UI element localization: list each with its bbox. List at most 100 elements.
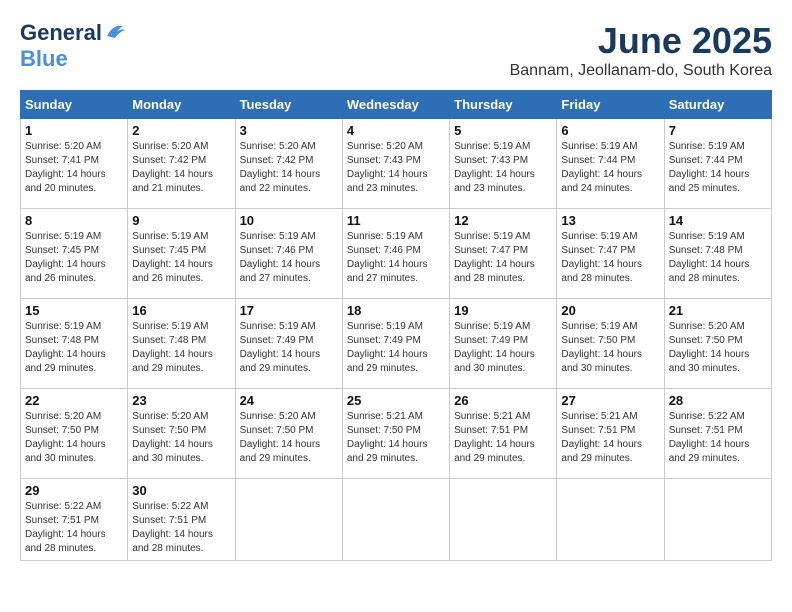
page-header: General Blue June 2025 Bannam, Jeollanam… <box>20 20 772 80</box>
table-row: 23 Sunrise: 5:20 AM Sunset: 7:50 PM Dayl… <box>128 389 235 479</box>
day-info: Sunrise: 5:20 AM Sunset: 7:42 PM Dayligh… <box>240 140 338 196</box>
day-info: Sunrise: 5:19 AM Sunset: 7:49 PM Dayligh… <box>347 320 445 376</box>
table-row: 30 Sunrise: 5:22 AM Sunset: 7:51 PM Dayl… <box>128 479 235 561</box>
day-number: 13 <box>561 213 659 228</box>
calendar-row: 1 Sunrise: 5:20 AM Sunset: 7:41 PM Dayli… <box>21 119 772 209</box>
table-row: 13 Sunrise: 5:19 AM Sunset: 7:47 PM Dayl… <box>557 209 664 299</box>
col-sunday: Sunday <box>21 91 128 119</box>
table-row: 1 Sunrise: 5:20 AM Sunset: 7:41 PM Dayli… <box>21 119 128 209</box>
table-row: 10 Sunrise: 5:19 AM Sunset: 7:46 PM Dayl… <box>235 209 342 299</box>
day-number: 9 <box>132 213 230 228</box>
table-row <box>450 479 557 561</box>
table-row: 5 Sunrise: 5:19 AM Sunset: 7:43 PM Dayli… <box>450 119 557 209</box>
day-info: Sunrise: 5:19 AM Sunset: 7:50 PM Dayligh… <box>561 320 659 376</box>
table-row: 21 Sunrise: 5:20 AM Sunset: 7:50 PM Dayl… <box>664 299 771 389</box>
table-row: 9 Sunrise: 5:19 AM Sunset: 7:45 PM Dayli… <box>128 209 235 299</box>
table-row: 14 Sunrise: 5:19 AM Sunset: 7:48 PM Dayl… <box>664 209 771 299</box>
day-info: Sunrise: 5:22 AM Sunset: 7:51 PM Dayligh… <box>25 500 123 556</box>
calendar-row: 29 Sunrise: 5:22 AM Sunset: 7:51 PM Dayl… <box>21 479 772 561</box>
table-row <box>342 479 449 561</box>
day-number: 19 <box>454 303 552 318</box>
col-tuesday: Tuesday <box>235 91 342 119</box>
day-info: Sunrise: 5:19 AM Sunset: 7:43 PM Dayligh… <box>454 140 552 196</box>
day-number: 12 <box>454 213 552 228</box>
day-number: 14 <box>669 213 767 228</box>
col-saturday: Saturday <box>664 91 771 119</box>
day-number: 20 <box>561 303 659 318</box>
day-number: 16 <box>132 303 230 318</box>
table-row: 8 Sunrise: 5:19 AM Sunset: 7:45 PM Dayli… <box>21 209 128 299</box>
day-info: Sunrise: 5:21 AM Sunset: 7:51 PM Dayligh… <box>561 410 659 466</box>
table-row <box>557 479 664 561</box>
day-info: Sunrise: 5:19 AM Sunset: 7:46 PM Dayligh… <box>240 230 338 286</box>
day-number: 30 <box>132 483 230 498</box>
table-row: 12 Sunrise: 5:19 AM Sunset: 7:47 PM Dayl… <box>450 209 557 299</box>
day-info: Sunrise: 5:19 AM Sunset: 7:44 PM Dayligh… <box>669 140 767 196</box>
day-number: 17 <box>240 303 338 318</box>
day-number: 10 <box>240 213 338 228</box>
day-number: 15 <box>25 303 123 318</box>
table-row: 11 Sunrise: 5:19 AM Sunset: 7:46 PM Dayl… <box>342 209 449 299</box>
day-info: Sunrise: 5:22 AM Sunset: 7:51 PM Dayligh… <box>132 500 230 556</box>
location-subtitle: Bannam, Jeollanam-do, South Korea <box>510 62 772 80</box>
day-info: Sunrise: 5:19 AM Sunset: 7:45 PM Dayligh… <box>25 230 123 286</box>
table-row: 25 Sunrise: 5:21 AM Sunset: 7:50 PM Dayl… <box>342 389 449 479</box>
day-info: Sunrise: 5:21 AM Sunset: 7:51 PM Dayligh… <box>454 410 552 466</box>
table-row: 24 Sunrise: 5:20 AM Sunset: 7:50 PM Dayl… <box>235 389 342 479</box>
day-number: 6 <box>561 123 659 138</box>
day-number: 3 <box>240 123 338 138</box>
day-number: 1 <box>25 123 123 138</box>
day-info: Sunrise: 5:20 AM Sunset: 7:50 PM Dayligh… <box>669 320 767 376</box>
table-row: 6 Sunrise: 5:19 AM Sunset: 7:44 PM Dayli… <box>557 119 664 209</box>
day-number: 11 <box>347 213 445 228</box>
day-number: 7 <box>669 123 767 138</box>
table-row: 18 Sunrise: 5:19 AM Sunset: 7:49 PM Dayl… <box>342 299 449 389</box>
table-row: 26 Sunrise: 5:21 AM Sunset: 7:51 PM Dayl… <box>450 389 557 479</box>
table-row: 15 Sunrise: 5:19 AM Sunset: 7:48 PM Dayl… <box>21 299 128 389</box>
logo: General Blue <box>20 20 127 72</box>
day-info: Sunrise: 5:22 AM Sunset: 7:51 PM Dayligh… <box>669 410 767 466</box>
day-info: Sunrise: 5:19 AM Sunset: 7:47 PM Dayligh… <box>561 230 659 286</box>
table-row: 3 Sunrise: 5:20 AM Sunset: 7:42 PM Dayli… <box>235 119 342 209</box>
day-info: Sunrise: 5:20 AM Sunset: 7:41 PM Dayligh… <box>25 140 123 196</box>
day-info: Sunrise: 5:20 AM Sunset: 7:50 PM Dayligh… <box>25 410 123 466</box>
day-number: 8 <box>25 213 123 228</box>
day-number: 24 <box>240 393 338 408</box>
day-info: Sunrise: 5:19 AM Sunset: 7:48 PM Dayligh… <box>25 320 123 376</box>
col-wednesday: Wednesday <box>342 91 449 119</box>
table-row <box>235 479 342 561</box>
table-row: 22 Sunrise: 5:20 AM Sunset: 7:50 PM Dayl… <box>21 389 128 479</box>
calendar-row: 15 Sunrise: 5:19 AM Sunset: 7:48 PM Dayl… <box>21 299 772 389</box>
logo-blue: Blue <box>20 46 127 72</box>
day-info: Sunrise: 5:19 AM Sunset: 7:48 PM Dayligh… <box>669 230 767 286</box>
calendar-table: Sunday Monday Tuesday Wednesday Thursday… <box>20 90 772 561</box>
day-info: Sunrise: 5:19 AM Sunset: 7:45 PM Dayligh… <box>132 230 230 286</box>
day-info: Sunrise: 5:19 AM Sunset: 7:49 PM Dayligh… <box>240 320 338 376</box>
table-row: 16 Sunrise: 5:19 AM Sunset: 7:48 PM Dayl… <box>128 299 235 389</box>
day-info: Sunrise: 5:19 AM Sunset: 7:44 PM Dayligh… <box>561 140 659 196</box>
day-info: Sunrise: 5:20 AM Sunset: 7:50 PM Dayligh… <box>132 410 230 466</box>
title-block: June 2025 Bannam, Jeollanam-do, South Ko… <box>510 20 772 80</box>
day-number: 27 <box>561 393 659 408</box>
day-info: Sunrise: 5:19 AM Sunset: 7:47 PM Dayligh… <box>454 230 552 286</box>
table-row: 29 Sunrise: 5:22 AM Sunset: 7:51 PM Dayl… <box>21 479 128 561</box>
day-number: 26 <box>454 393 552 408</box>
day-number: 5 <box>454 123 552 138</box>
col-thursday: Thursday <box>450 91 557 119</box>
day-number: 29 <box>25 483 123 498</box>
day-info: Sunrise: 5:21 AM Sunset: 7:50 PM Dayligh… <box>347 410 445 466</box>
table-row: 28 Sunrise: 5:22 AM Sunset: 7:51 PM Dayl… <box>664 389 771 479</box>
logo-general: General <box>20 20 102 46</box>
col-friday: Friday <box>557 91 664 119</box>
table-row: 2 Sunrise: 5:20 AM Sunset: 7:42 PM Dayli… <box>128 119 235 209</box>
table-row: 20 Sunrise: 5:19 AM Sunset: 7:50 PM Dayl… <box>557 299 664 389</box>
month-title: June 2025 <box>510 20 772 62</box>
day-info: Sunrise: 5:20 AM Sunset: 7:42 PM Dayligh… <box>132 140 230 196</box>
calendar-row: 8 Sunrise: 5:19 AM Sunset: 7:45 PM Dayli… <box>21 209 772 299</box>
day-info: Sunrise: 5:19 AM Sunset: 7:48 PM Dayligh… <box>132 320 230 376</box>
table-row: 17 Sunrise: 5:19 AM Sunset: 7:49 PM Dayl… <box>235 299 342 389</box>
day-number: 22 <box>25 393 123 408</box>
day-number: 23 <box>132 393 230 408</box>
table-row: 27 Sunrise: 5:21 AM Sunset: 7:51 PM Dayl… <box>557 389 664 479</box>
day-number: 25 <box>347 393 445 408</box>
